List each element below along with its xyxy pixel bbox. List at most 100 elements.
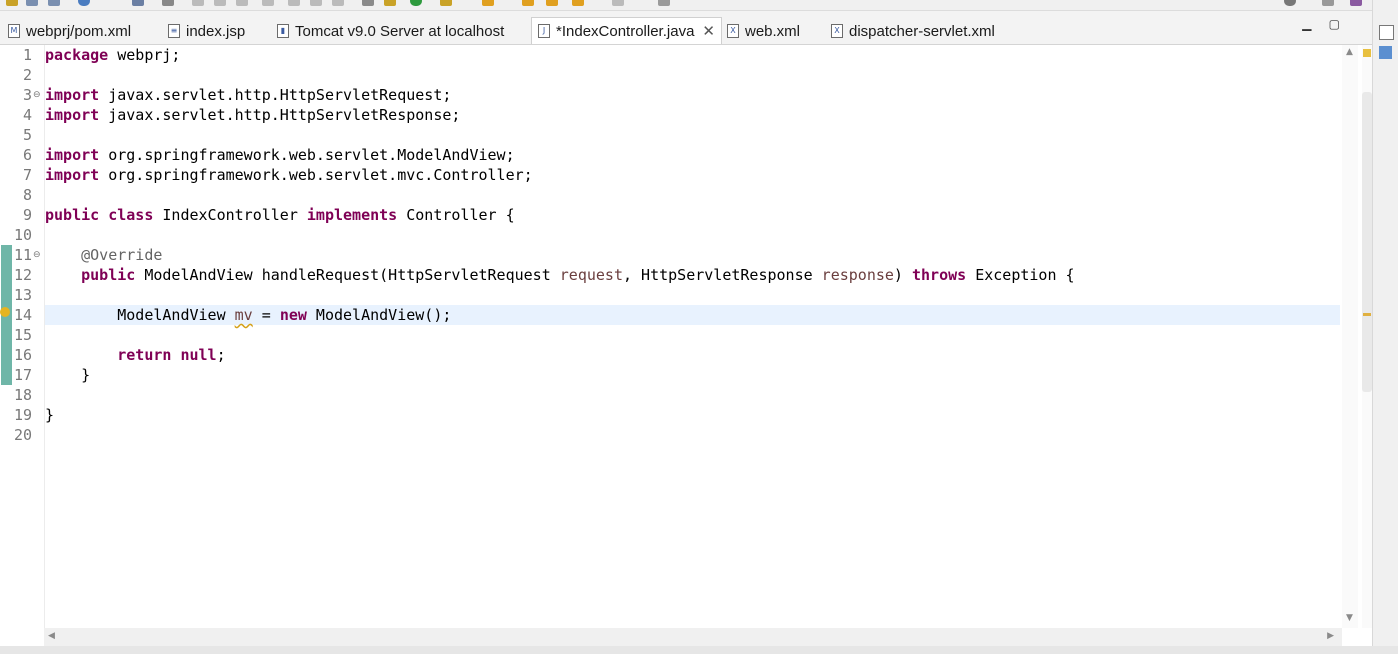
tab-dispatcher-servlet-xml[interactable]: X dispatcher-servlet.xml: [831, 19, 995, 43]
scroll-thumb[interactable]: [1362, 92, 1372, 392]
debug-icon[interactable]: [78, 0, 90, 6]
code-line[interactable]: [45, 125, 1340, 145]
terminal-icon[interactable]: [132, 0, 144, 6]
next-annotation-icon[interactable]: [612, 0, 624, 6]
resume-icon[interactable]: [192, 0, 204, 6]
code-line[interactable]: import javax.servlet.http.HttpServletReq…: [45, 85, 1340, 105]
code-line[interactable]: import org.springframework.web.servlet.m…: [45, 165, 1340, 185]
tab-pom-xml[interactable]: M webprj/pom.xml: [8, 19, 131, 43]
code-line[interactable]: public class IndexController implements …: [45, 205, 1340, 225]
code-line[interactable]: public ModelAndView handleRequest(HttpSe…: [45, 265, 1340, 285]
pin-icon[interactable]: [658, 0, 670, 6]
code-line[interactable]: [45, 425, 1340, 445]
java-ee-perspective-icon[interactable]: [1350, 0, 1362, 6]
tab-index-controller-java[interactable]: J *IndexController.java ✕: [531, 17, 722, 44]
code-token: ): [893, 266, 912, 284]
keyword-token: import: [45, 86, 100, 104]
scroll-left-icon[interactable]: ◀: [48, 631, 55, 641]
code-line[interactable]: [45, 325, 1340, 345]
build-icon[interactable]: [384, 0, 396, 6]
code-line[interactable]: }: [45, 405, 1340, 425]
terminate-icon[interactable]: [236, 0, 248, 6]
vertical-scrollbar[interactable]: ▲ ▼: [1342, 45, 1358, 628]
code-line[interactable]: package webprj;: [45, 45, 1340, 65]
code-editor[interactable]: 1 2 3 4 5 6 7 8 9 10 11 12 13 14 15 16 17 18 19 20 ⊖ ⊖ pack…: [0, 45, 1358, 628]
open-perspective-icon[interactable]: [1322, 0, 1334, 6]
step-over-icon[interactable]: [310, 0, 322, 6]
scroll-right-icon[interactable]: ▶: [1327, 631, 1334, 641]
tab-label: dispatcher-servlet.xml: [849, 22, 995, 40]
horizontal-scrollbar[interactable]: ◀ ▶: [44, 628, 1342, 646]
identifier-token: mv: [234, 306, 253, 324]
search-icon[interactable]: [162, 0, 174, 6]
minimize-icon[interactable]: ▁: [1302, 17, 1311, 31]
keyword-token: import: [45, 166, 100, 184]
back-icon[interactable]: [522, 0, 534, 6]
overview-warning-marker[interactable]: [1363, 313, 1371, 316]
code-line[interactable]: ModelAndView mv = new ModelAndView();: [45, 305, 1340, 325]
step-into-icon[interactable]: [288, 0, 300, 6]
overview-ruler[interactable]: [1362, 45, 1372, 628]
xml-file-icon: X: [831, 24, 843, 38]
keyword-token: throws: [911, 266, 967, 284]
line-number-ruler: 1 2 3 4 5 6 7 8 9 10 11 12 13 14 15 16 17 18 19 20 ⊖ ⊖: [0, 45, 45, 628]
line-number: 16: [13, 346, 32, 364]
code-line[interactable]: }: [45, 365, 1340, 385]
tab-label: Tomcat v9.0 Server at localhost: [295, 22, 505, 40]
forward-icon[interactable]: [546, 0, 558, 6]
step-return-icon[interactable]: [332, 0, 344, 6]
code-line[interactable]: [45, 65, 1340, 85]
jsp-file-icon: ≡: [168, 24, 180, 38]
server-icon: ▮: [277, 24, 289, 38]
code-line[interactable]: return null;: [45, 345, 1340, 365]
overview-warning-marker[interactable]: [1363, 49, 1371, 57]
toggle-icon[interactable]: [362, 0, 374, 6]
line-number: 12: [13, 266, 32, 284]
fold-collapse-icon[interactable]: ⊖: [33, 245, 41, 265]
scroll-up-icon[interactable]: ▲: [1346, 47, 1353, 57]
code-token: ModelAndView: [45, 306, 235, 324]
tab-index-jsp[interactable]: ≡ index.jsp: [168, 19, 245, 43]
code-line[interactable]: [45, 385, 1340, 405]
code-line[interactable]: [45, 285, 1340, 305]
scroll-down-icon[interactable]: ▼: [1346, 613, 1353, 623]
code-line[interactable]: @Override: [45, 245, 1340, 265]
last-edit-icon[interactable]: [572, 0, 584, 6]
line-number: 3: [22, 86, 32, 104]
run-icon[interactable]: [410, 0, 422, 6]
fold-collapse-icon[interactable]: ⊖: [33, 85, 41, 105]
new-icon[interactable]: [6, 0, 18, 6]
line-number: 11: [13, 246, 32, 264]
external-tools-icon[interactable]: [440, 0, 452, 6]
line-number: 20: [13, 426, 32, 444]
tab-web-xml[interactable]: X web.xml: [727, 19, 800, 43]
code-line[interactable]: import org.springframework.web.servlet.M…: [45, 145, 1340, 165]
maven-file-icon: M: [8, 24, 20, 38]
code-line[interactable]: [45, 225, 1340, 245]
open-type-icon[interactable]: [482, 0, 494, 6]
quick-access-search-icon[interactable]: [1284, 0, 1296, 6]
identifier-token: response: [821, 266, 894, 284]
tab-tomcat-server[interactable]: ▮ Tomcat v9.0 Server at localhost: [277, 19, 504, 43]
code-line[interactable]: [45, 185, 1340, 205]
close-icon[interactable]: ✕: [702, 22, 715, 40]
status-strip: [0, 646, 1398, 654]
restore-icon[interactable]: [1379, 25, 1394, 40]
code-token: ModelAndView();: [306, 306, 452, 324]
code-token: IndexController: [153, 206, 307, 224]
outline-view-icon[interactable]: [1379, 46, 1392, 59]
line-number: 15: [13, 326, 32, 344]
editor-tab-bar: M webprj/pom.xml ≡ index.jsp ▮ Tomcat v9…: [0, 11, 1372, 45]
maximize-icon[interactable]: ▢: [1329, 17, 1340, 31]
keyword-token: import: [45, 106, 100, 124]
warning-icon[interactable]: [0, 307, 10, 317]
keyword-token: public: [81, 266, 136, 284]
suspend-icon[interactable]: [214, 0, 226, 6]
code-line[interactable]: import javax.servlet.http.HttpServletRes…: [45, 105, 1340, 125]
disconnect-icon[interactable]: [262, 0, 274, 6]
code-token: =: [252, 306, 280, 324]
code-token: Controller {: [397, 206, 515, 224]
save-icon[interactable]: [26, 0, 38, 6]
tool-icon[interactable]: [48, 0, 60, 6]
